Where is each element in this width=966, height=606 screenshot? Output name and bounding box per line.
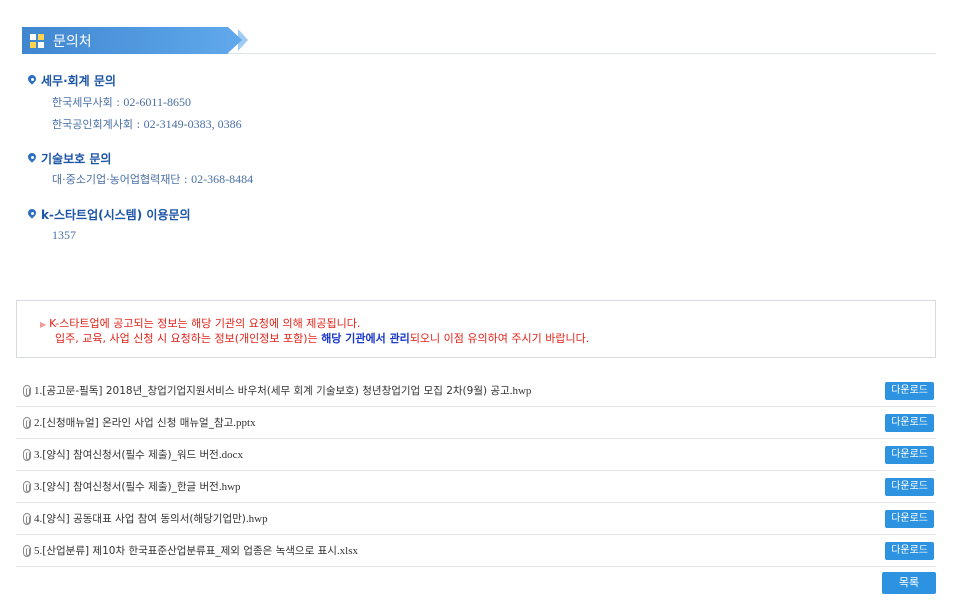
- notice-box: ▶ K-스타트업에 공고되는 정보는 해당 기관의 요청에 의해 제공됩니다. 입…: [16, 300, 936, 358]
- paperclip-icon: [23, 384, 31, 397]
- section-header: 문의처: [22, 27, 936, 54]
- section-tab: 문의처: [22, 27, 248, 54]
- attachment-row: 2. [신청매뉴얼] 온라인 사업 신청 매뉴얼_참고 .pptx 다운로드: [16, 407, 936, 439]
- grid-icon: [30, 33, 44, 48]
- file-name: [산업분류] 제10차 한국표준산업분류표_제외 업종은 녹색으로 표시: [42, 545, 337, 557]
- contact-group-title: 세무·회계 문의: [41, 73, 116, 88]
- paperclip-icon: [23, 512, 31, 525]
- attachment-row: 4. [양식] 공동대표 사업 참여 동의서(해당기업만) .hwp 다운로드: [16, 503, 936, 535]
- contact-group-system: k-스타트업(시스템) 이용문의 1357: [28, 205, 191, 246]
- download-button[interactable]: 다운로드: [885, 477, 934, 496]
- notice-line-2: 입주, 교육, 사업 신청 시 요청하는 정보(개인정보 포함)는 해당 기관에…: [55, 332, 590, 345]
- file-name: [양식] 공동대표 사업 참여 동의서(해당기업만): [42, 513, 246, 525]
- attachment-list: 1. [공고문-필독] 2018년_창업기업지원서비스 바우처(세무 회계 기술…: [16, 375, 936, 567]
- download-button[interactable]: 다운로드: [885, 381, 934, 400]
- contact-line: 한국세무사회 : 02-6011-8650: [52, 95, 191, 109]
- location-pin-icon: [28, 209, 36, 219]
- download-button[interactable]: 다운로드: [885, 509, 934, 528]
- arrow-right-icon: ▶: [40, 320, 47, 329]
- download-button[interactable]: 다운로드: [885, 445, 934, 464]
- contact-line: 1357: [52, 228, 76, 242]
- contact-line: 대·중소기업·농어업협력재단 : 02-368-8484: [52, 172, 254, 186]
- file-name: [공고문-필독] 2018년_창업기업지원서비스 바우처(세무 회계 기술보호)…: [42, 385, 510, 397]
- attachment-row: 3. [양식] 참여신청서(필수 제출)_한글 버전 .hwp 다운로드: [16, 471, 936, 503]
- paperclip-icon: [23, 480, 31, 493]
- file-name: [양식] 참여신청서(필수 제출)_워드 버전: [42, 449, 219, 461]
- contact-group-tech: 기술보호 문의 대·중소기업·농어업협력재단 : 02-368-8484: [28, 149, 253, 190]
- file-name: [신청매뉴얼] 온라인 사업 신청 매뉴얼_참고: [42, 417, 234, 429]
- contact-line: 한국공인회계사회 : 02-3149-0383, 0386: [52, 117, 242, 131]
- download-button[interactable]: 다운로드: [885, 413, 934, 432]
- attachment-row: 3. [양식] 참여신청서(필수 제출)_워드 버전 .docx 다운로드: [16, 439, 936, 471]
- attachment-row: 5. [산업분류] 제10차 한국표준산업분류표_제외 업종은 녹색으로 표시.…: [16, 535, 936, 567]
- section-title: 문의처: [53, 33, 92, 50]
- list-button[interactable]: 목록: [882, 572, 936, 594]
- contact-group-title: k-스타트업(시스템) 이용문의: [41, 207, 191, 222]
- location-pin-icon: [28, 153, 36, 163]
- file-name: [양식] 참여신청서(필수 제출)_한글 버전: [42, 481, 219, 493]
- paperclip-icon: [23, 544, 31, 557]
- location-pin-icon: [28, 75, 36, 85]
- paperclip-icon: [23, 416, 31, 429]
- contact-group-title: 기술보호 문의: [41, 151, 112, 166]
- contact-group-tax: 세무·회계 문의 한국세무사회 : 02-6011-8650 한국공인회계사회 …: [28, 71, 242, 135]
- notice-line-1: ▶ K-스타트업에 공고되는 정보는 해당 기관의 요청에 의해 제공됩니다.: [40, 317, 361, 330]
- download-button[interactable]: 다운로드: [885, 541, 934, 560]
- attachment-row: 1. [공고문-필독] 2018년_창업기업지원서비스 바우처(세무 회계 기술…: [16, 375, 936, 407]
- paperclip-icon: [23, 448, 31, 461]
